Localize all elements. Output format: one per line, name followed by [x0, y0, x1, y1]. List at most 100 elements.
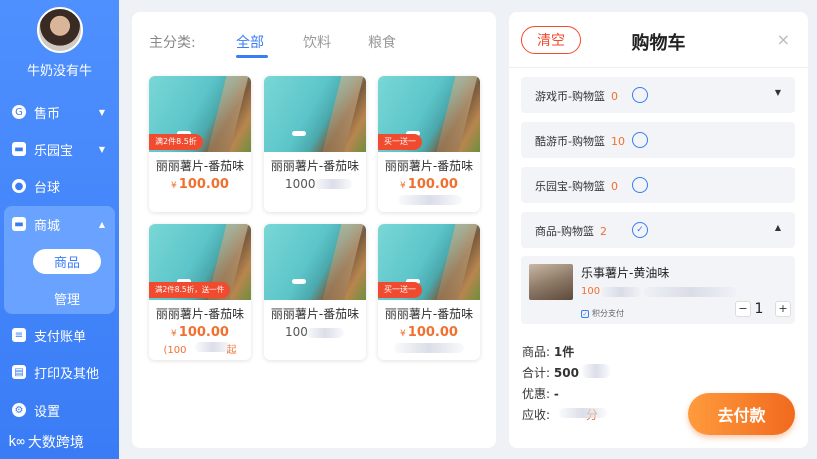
price-value: 100.00: [178, 177, 229, 192]
ticket-icon: ▬: [12, 142, 26, 156]
checkout-button[interactable]: 去付款: [688, 393, 795, 435]
coin-icon: G: [12, 105, 26, 119]
billiard-icon: ●: [12, 179, 26, 193]
basket-name: 乐园宝-购物篮: [535, 180, 605, 193]
product-card[interactable]: 丽丽薯片-番茄味 100: [264, 224, 366, 360]
nav-label: 售币: [34, 106, 61, 122]
product-price: ¥100.00: [149, 325, 251, 340]
redaction-blur: [601, 287, 641, 297]
basket-name: 游戏币-购物篮: [535, 90, 605, 103]
basket-radio[interactable]: [632, 87, 648, 103]
product-price: ¥100.00: [378, 177, 480, 192]
basket-count: 10: [610, 135, 625, 148]
promo-tag: 满2件8.5折: [149, 134, 203, 150]
basket-goods[interactable]: 商品-购物篮 2 ✓ ▲: [521, 212, 795, 248]
nav-label: 设置: [34, 404, 61, 420]
brand-mark-icon: k∞: [8, 434, 25, 450]
bill-icon: ≡: [12, 328, 26, 342]
product-name: 丽丽薯片-番茄味: [384, 159, 474, 173]
points-pay-option[interactable]: ✓ 积分支付: [581, 308, 624, 319]
summary-goods: 商品: 1件: [522, 343, 574, 360]
nav-item-billiards[interactable]: ● 台球: [0, 168, 119, 204]
nav-item-park-pass[interactable]: ▬ 乐园宝 ▼: [0, 131, 119, 167]
product-card[interactable]: 买一送一 丽丽薯片-番茄味 ¥100.00: [378, 224, 480, 360]
check-icon[interactable]: ✓: [632, 222, 648, 238]
sub-price-prefix: (100: [163, 345, 187, 356]
active-tab-indicator: [236, 55, 268, 58]
basket-label: 商品-购物篮 2: [535, 223, 607, 239]
tab-all[interactable]: 全部: [236, 32, 264, 52]
points-pay-label: 积分支付: [592, 309, 624, 318]
cart-panel: 清空 购物车 × 游戏币-购物篮 0 ▼ 酷游币-购物篮 10 乐园宝-购物篮 0 商…: [509, 12, 808, 448]
tab-food[interactable]: 粮食: [368, 32, 396, 52]
basket-count: 0: [610, 180, 618, 193]
summary-label: 合计:: [522, 366, 551, 380]
nav-item-print[interactable]: ▤ 打印及其他: [0, 354, 119, 390]
summary-label: 优惠:: [522, 387, 551, 401]
product-card[interactable]: 满2件8.5折，送一件 丽丽薯片-番茄味 ¥100.00 (100 起: [149, 224, 251, 360]
redaction-blur: [314, 179, 352, 189]
price-value: 100.00: [407, 177, 458, 192]
product-price: ¥100.00: [149, 177, 251, 192]
product-image: [264, 76, 366, 152]
close-icon[interactable]: ×: [777, 30, 790, 49]
basket-radio[interactable]: [632, 132, 648, 148]
nav-item-sell-coins[interactable]: G 售币 ▼: [0, 94, 119, 130]
chevron-down-icon: ▼: [98, 144, 105, 154]
summary-value: 1件: [553, 345, 575, 359]
basket-count: 2: [599, 225, 607, 238]
price-value: 100: [285, 325, 308, 339]
nav-label: 乐园宝: [34, 143, 74, 159]
promo-tag: 满2件8.5折，送一件: [149, 282, 231, 298]
chevron-up-icon[interactable]: ▲: [775, 223, 781, 232]
redaction-blur: [582, 364, 610, 378]
sub-item-manage[interactable]: 管理: [33, 286, 101, 311]
divider: [509, 67, 808, 68]
store-icon: ▬: [12, 217, 26, 231]
sidebar: 牛奶没有牛 G 售币 ▼ ▬ 乐园宝 ▼ ● 台球 ▬ 商城 ▲ 商品 管理 ≡…: [0, 0, 119, 459]
product-card[interactable]: 满2件8.5折 丽丽薯片-番茄味 ¥100.00: [149, 76, 251, 212]
basket-game-coins[interactable]: 游戏币-购物篮 0 ▼: [521, 77, 795, 113]
nav-item-settings[interactable]: ⚙ 设置: [0, 392, 119, 428]
item-name: 乐事薯片-黄油味: [581, 266, 670, 280]
chevron-down-icon: ▼: [98, 107, 105, 117]
product-card[interactable]: 买一送一 丽丽薯片-番茄味 ¥100.00: [378, 76, 480, 212]
product-name: 丽丽薯片-番茄味: [270, 159, 360, 173]
product-name: 丽丽薯片-番茄味: [270, 307, 360, 321]
redaction-blur: [398, 195, 462, 205]
brand-name: 大数跨境: [27, 435, 84, 451]
basket-cool-coins[interactable]: 酷游币-购物篮 10: [521, 122, 795, 158]
product-card[interactable]: 丽丽薯片-番茄味 1000: [264, 76, 366, 212]
summary-label: 应收:: [522, 408, 551, 422]
sub-item-products[interactable]: 商品: [33, 249, 101, 274]
redaction-blur: [643, 287, 737, 297]
quantity-increase-button[interactable]: +: [775, 301, 791, 317]
summary-discount: 优惠: -: [522, 385, 559, 402]
currency-symbol: ¥: [171, 181, 177, 191]
checkbox-icon[interactable]: ✓: [581, 309, 589, 318]
redaction-blur: [394, 343, 464, 353]
nav-item-bills[interactable]: ≡ 支付账单: [0, 317, 119, 353]
tab-drinks[interactable]: 饮料: [303, 32, 331, 52]
product-name: 丽丽薯片-番茄味: [384, 307, 474, 321]
basket-park-pass[interactable]: 乐园宝-购物篮 0: [521, 167, 795, 203]
gear-icon: ⚙: [12, 403, 26, 417]
basket-radio[interactable]: [632, 177, 648, 193]
currency-symbol: ¥: [400, 329, 406, 339]
nav-label: 商城: [34, 218, 61, 234]
basket-label: 酷游币-购物篮 10: [535, 133, 625, 149]
nav-label: 支付账单: [34, 329, 87, 345]
cart-item: 乐事薯片-黄油味 100 ✓ 积分支付 − 1 +: [521, 256, 795, 324]
cart-title: 购物车: [631, 33, 686, 54]
promo-tag: 买一送一: [378, 134, 422, 150]
item-price: 100: [581, 286, 601, 297]
nav-item-mall[interactable]: ▬ 商城 ▲: [0, 206, 119, 242]
chevron-down-icon[interactable]: ▼: [775, 88, 781, 97]
product-name: 丽丽薯片-番茄味: [155, 307, 245, 321]
product-panel: 主分类: 全部 饮料 粮食 满2件8.5折 丽丽薯片-番茄味 ¥100.00 丽…: [132, 12, 496, 448]
basket-count: 0: [610, 90, 618, 103]
brand-logo: k∞ 大数跨境: [8, 432, 84, 452]
nav-label: 打印及其他: [34, 366, 100, 382]
avatar[interactable]: [37, 7, 83, 53]
item-thumbnail: [529, 264, 573, 300]
